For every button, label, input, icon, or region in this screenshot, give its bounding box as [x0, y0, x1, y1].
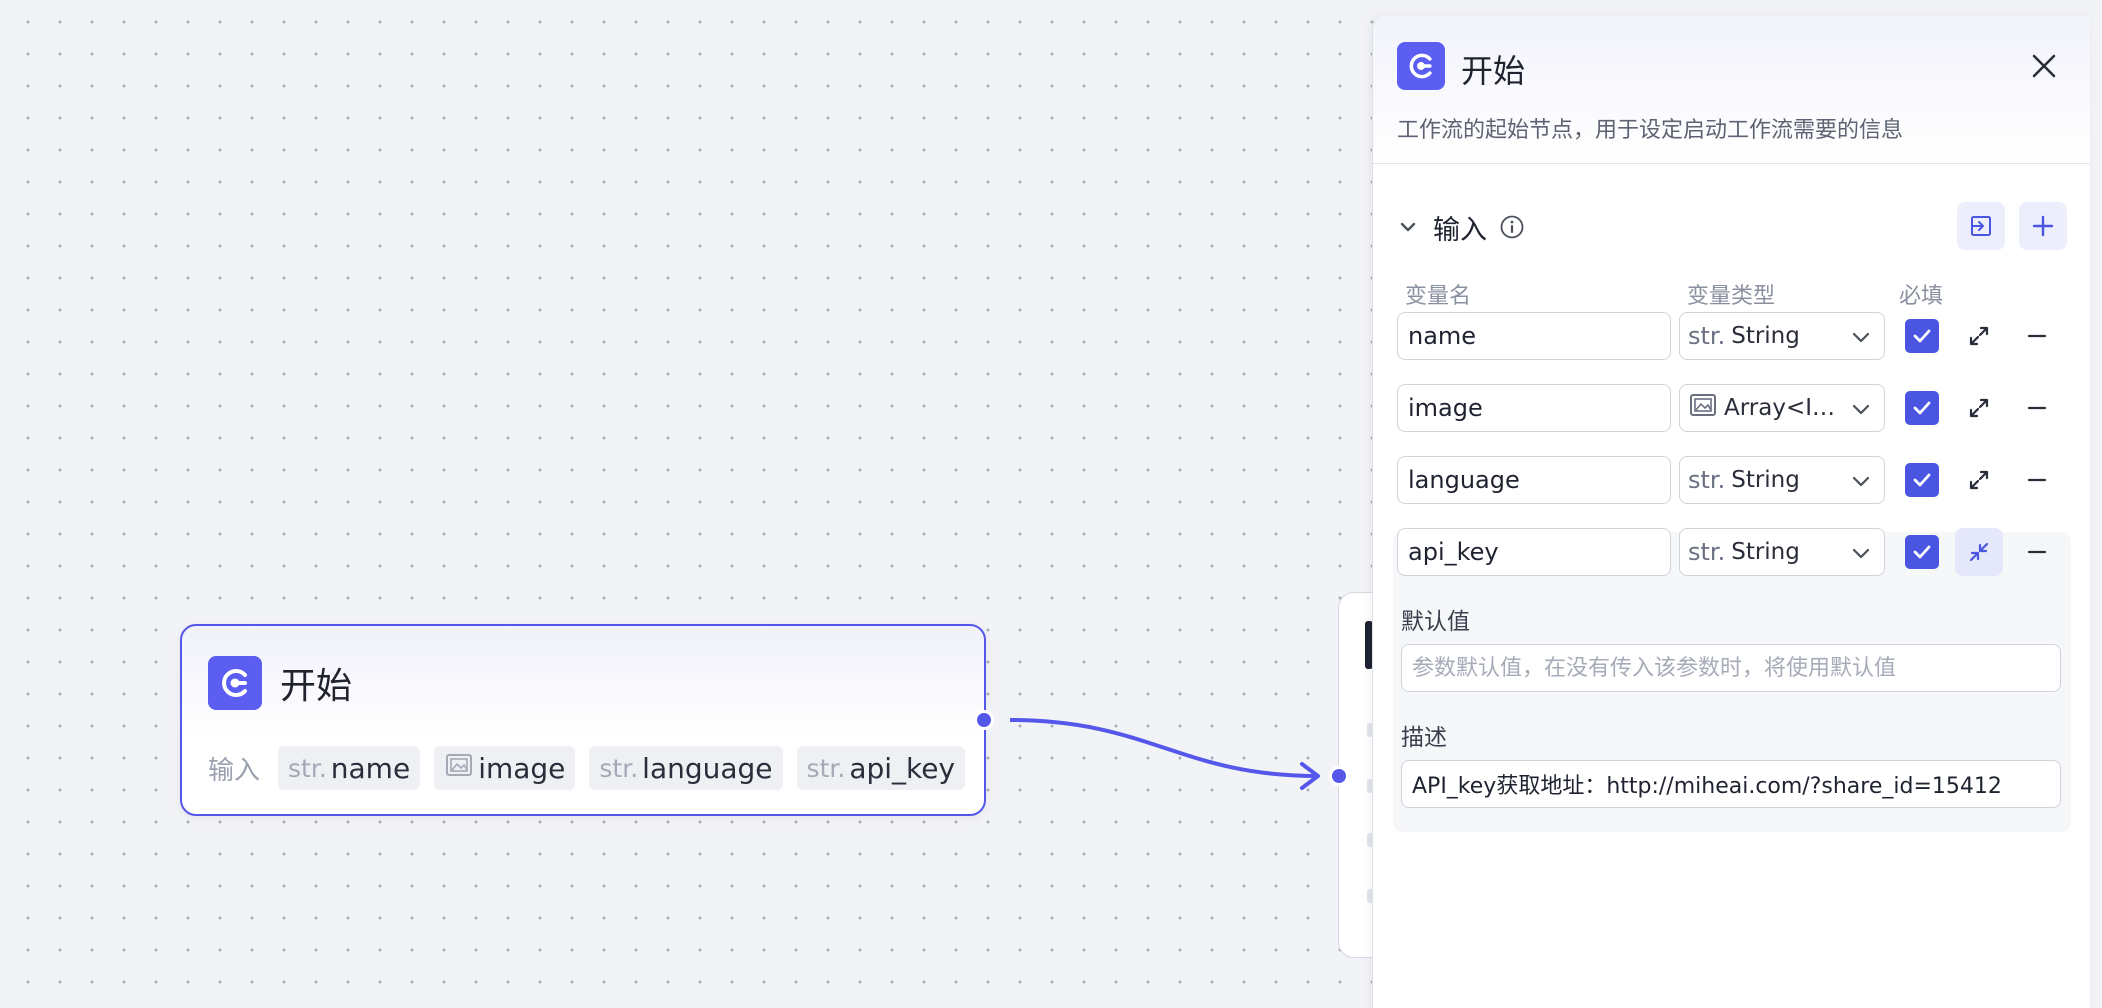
- node-var-chip: image: [434, 746, 576, 790]
- image-array-icon: [1688, 392, 1718, 424]
- node-config-panel: 开始 工作流的起始节点，用于设定启动工作流需要的信息 输入 变量名 变量类型 必…: [1372, 16, 2090, 1008]
- panel-description: 工作流的起始节点，用于设定启动工作流需要的信息: [1397, 118, 1904, 143]
- remove-variable-button[interactable]: [2013, 312, 2061, 360]
- start-logo-icon: [1397, 42, 1445, 90]
- variable-name-input[interactable]: [1397, 456, 1671, 504]
- variable-type-select[interactable]: str. String: [1679, 312, 1885, 360]
- import-icon: [1971, 216, 1991, 236]
- description-label: 描述: [1401, 725, 1447, 751]
- expand-icon: [1969, 326, 1989, 346]
- info-icon[interactable]: [1499, 214, 1525, 240]
- string-type-icon: str.: [1688, 538, 1726, 566]
- import-variables-button[interactable]: [1957, 202, 2005, 250]
- expand-variable-button[interactable]: [1955, 312, 2003, 360]
- minus-icon: [2027, 406, 2047, 410]
- chevron-down-icon: [1852, 476, 1870, 487]
- image-array-icon: [444, 752, 474, 784]
- chevron-down-icon: [1852, 548, 1870, 559]
- column-header-type: 变量类型: [1687, 284, 1776, 309]
- chevron-down-icon: [1852, 404, 1870, 415]
- close-panel-button[interactable]: [2024, 46, 2064, 86]
- required-checkbox[interactable]: [1905, 535, 1939, 569]
- check-icon: [1913, 545, 1931, 559]
- variable-row: str. String: [1397, 456, 2067, 506]
- chevron-down-icon: [1400, 222, 1416, 232]
- expand-variable-button[interactable]: [1955, 456, 2003, 504]
- variable-type-select[interactable]: str. String: [1679, 528, 1885, 576]
- variable-row: str. String: [1397, 528, 2067, 578]
- check-icon: [1913, 401, 1931, 415]
- expand-icon: [1969, 398, 1989, 418]
- remove-variable-button[interactable]: [2013, 456, 2061, 504]
- remove-variable-button[interactable]: [2013, 528, 2061, 576]
- next-node-input-handle[interactable]: [1329, 766, 1349, 786]
- minus-icon: [2027, 550, 2047, 554]
- close-icon: [2032, 54, 2056, 78]
- collapse-variable-button[interactable]: [1955, 528, 2003, 576]
- required-checkbox[interactable]: [1905, 391, 1939, 425]
- variable-name-input[interactable]: [1397, 528, 1671, 576]
- remove-variable-button[interactable]: [2013, 384, 2061, 432]
- start-node-inputs-label: 输入: [208, 755, 261, 786]
- string-type-icon: str.: [806, 753, 846, 783]
- expand-icon: [1969, 470, 1989, 490]
- column-header-name: 变量名: [1405, 284, 1472, 309]
- check-icon: [1913, 329, 1931, 343]
- minus-icon: [2027, 478, 2047, 482]
- default-value-label: 默认值: [1401, 609, 1470, 635]
- variable-name-input[interactable]: [1397, 384, 1671, 432]
- chevron-down-icon: [1852, 332, 1870, 343]
- node-var-chip: str. api_key: [796, 746, 966, 790]
- panel-title: 开始: [1461, 52, 1526, 90]
- minus-icon: [2027, 334, 2047, 338]
- default-value-input[interactable]: [1401, 644, 2061, 692]
- variable-row: Array<I…: [1397, 384, 2067, 434]
- start-logo-icon: [208, 656, 262, 710]
- string-type-icon: str.: [288, 753, 327, 783]
- input-section-title: 输入: [1433, 214, 1487, 246]
- variable-row: str. String: [1397, 312, 2067, 362]
- string-type-icon: str.: [1688, 322, 1726, 350]
- check-icon: [1913, 473, 1931, 487]
- variable-name-input[interactable]: [1397, 312, 1671, 360]
- expand-variable-button[interactable]: [1955, 384, 2003, 432]
- required-checkbox[interactable]: [1905, 463, 1939, 497]
- description-input[interactable]: [1401, 760, 2061, 808]
- variable-type-select[interactable]: str. String: [1679, 456, 1885, 504]
- plus-icon: [2032, 215, 2054, 237]
- start-node-title: 开始: [280, 666, 353, 707]
- column-header-required: 必填: [1899, 284, 1944, 309]
- add-variable-button[interactable]: [2019, 202, 2067, 250]
- panel-header: 开始 工作流的起始节点，用于设定启动工作流需要的信息: [1373, 16, 2090, 164]
- required-checkbox[interactable]: [1905, 319, 1939, 353]
- start-node-output-handle[interactable]: [974, 710, 994, 730]
- collapse-icon: [1969, 542, 1989, 562]
- node-var-chip: str. language: [589, 746, 783, 790]
- string-type-icon: str.: [599, 753, 639, 783]
- string-type-icon: str.: [1688, 466, 1726, 494]
- start-node[interactable]: 开始 输入 str. name image str. language str.…: [180, 624, 986, 816]
- node-var-chip: str. name: [278, 746, 421, 790]
- variable-type-select[interactable]: Array<I…: [1679, 384, 1885, 432]
